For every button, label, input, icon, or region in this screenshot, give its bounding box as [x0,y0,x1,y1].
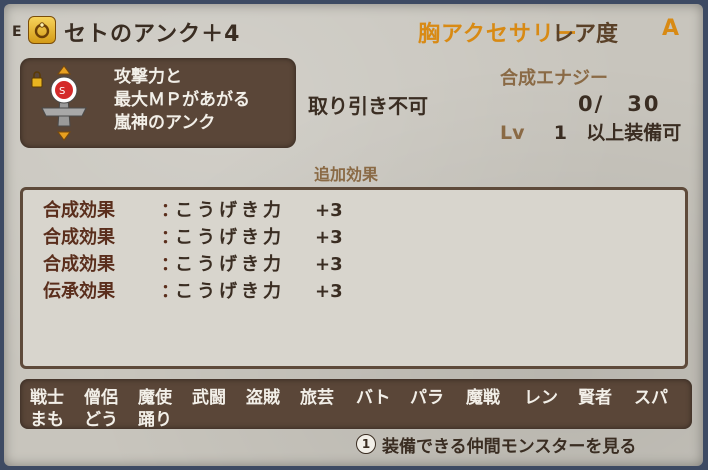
effect-value: +3 [315,281,343,302]
job-armamentalist: 魔戦 [466,388,500,408]
job-sage: 賢者 [578,388,612,408]
effect-row: 合成効果 ：こうげき力 +3 [43,223,343,248]
job-martial-artist: 武闘 [192,388,226,408]
job-item-master: どう [84,410,118,430]
synthesis-energy-count: 0/ 30 [578,92,661,116]
description-line: 最大ＭＰがあがる [114,90,250,110]
level-value: 1 [553,122,567,144]
job-superstar: スパ [634,388,668,408]
button-1-icon: 1 [356,434,376,454]
item-detail-panel: E セトのアンク＋4 胸アクセサリー レア度 A S 攻撃力と 最大ＭＰがあがる… [4,4,703,466]
effect-type: 合成効果 [43,227,115,248]
trade-status: 取り引き不可 [308,94,428,118]
level-requirement: Lv 1 以上装備可 [500,118,681,145]
job-paladin: パラ [410,388,444,408]
svg-text:S: S [59,86,65,97]
effect-row: 合成効果 ：こうげき力 +3 [43,250,343,275]
job-dancer: 踊り [138,410,172,430]
level-suffix: 以上装備可 [586,122,682,144]
effect-type: 合成効果 [43,200,115,221]
effect-row: 伝承効果 ：こうげき力 +3 [43,277,343,302]
title-bar: E セトのアンク＋4 胸アクセサリー レア度 A [12,14,702,50]
lock-icon [31,71,43,88]
synthesis-energy-label: 合成エナジー [500,68,608,89]
effect-type: 合成効果 [43,254,115,275]
extra-effects-box: 合成効果 ：こうげき力 +3 合成効果 ：こうげき力 +3 合成効果 ：こうげき力 +3 伝… [20,187,688,369]
item-name: セトのアンク＋4 [64,22,241,47]
effect-separator: ： [161,254,179,275]
rarity-value: A [662,16,680,41]
effect-stat: こうげき力 [175,254,285,275]
item-summary-box: S 攻撃力と 最大ＭＰがあがる 嵐神のアンク [20,58,296,148]
accessory-ring-icon [28,16,56,44]
effect-value: +3 [315,227,343,248]
equipped-mark: E [12,24,22,40]
job-entertainer: 旅芸 [300,388,334,408]
effect-type: 伝承効果 [43,281,115,302]
description-line: 嵐神のアンク [114,113,216,133]
effect-stat: こうげき力 [175,227,285,248]
item-description: 攻撃力と 最大ＭＰがあがる 嵐神のアンク [114,66,250,135]
effect-separator: ： [161,200,179,221]
effect-row: 合成効果 ：こうげき力 +3 [43,196,343,221]
job-thief: 盗賊 [246,388,280,408]
effect-stat: こうげき力 [175,281,285,302]
extra-effects-heading: 追加効果 [314,165,379,184]
effect-value: +3 [315,254,343,275]
rarity-label: レア度 [552,22,619,47]
job-gladiator: バト [356,388,391,408]
description-line: 攻撃力と [114,67,182,87]
effect-separator: ： [161,281,179,302]
level-prefix: Lv [500,122,525,144]
job-monster-master: まも [30,410,64,430]
equippable-jobs-box: 戦士 僧侶 魔使 武闘 盗賊 旅芸 バト パラ 魔戦 レン 賢者 スパ まも ど… [20,379,692,430]
effect-separator: ： [161,227,179,248]
job-ranger: レン [524,388,558,408]
item-thumbnail: S [28,64,100,142]
effect-stat: こうげき力 [175,200,285,221]
effect-value: +3 [315,200,343,221]
hint-text: 装備できる仲間モンスターを見る [382,437,637,457]
